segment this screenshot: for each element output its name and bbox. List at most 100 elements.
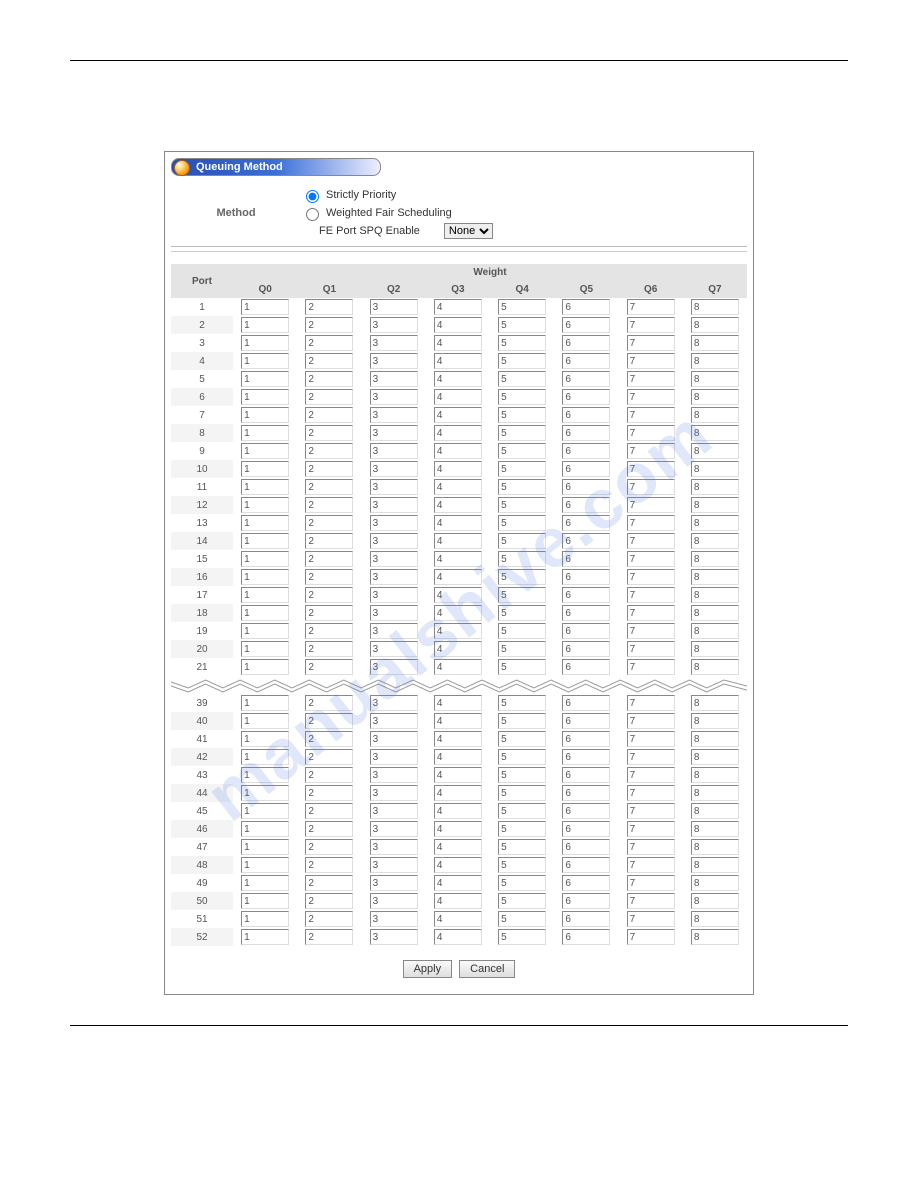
weight-input-q1[interactable] <box>305 299 353 315</box>
weight-input-q2[interactable] <box>370 767 418 783</box>
weight-input-q2[interactable] <box>370 335 418 351</box>
weight-input-q4[interactable] <box>498 659 546 675</box>
weight-input-q7[interactable] <box>691 767 739 783</box>
weight-input-q0[interactable] <box>241 551 289 567</box>
weight-input-q7[interactable] <box>691 353 739 369</box>
radio-strictly-priority[interactable] <box>306 190 319 203</box>
weight-input-q1[interactable] <box>305 371 353 387</box>
weight-input-q3[interactable] <box>434 569 482 585</box>
weight-input-q0[interactable] <box>241 767 289 783</box>
weight-input-q3[interactable] <box>434 317 482 333</box>
weight-input-q6[interactable] <box>627 875 675 891</box>
weight-input-q0[interactable] <box>241 425 289 441</box>
weight-input-q2[interactable] <box>370 875 418 891</box>
weight-input-q4[interactable] <box>498 623 546 639</box>
weight-input-q5[interactable] <box>562 551 610 567</box>
weight-input-q4[interactable] <box>498 587 546 603</box>
weight-input-q7[interactable] <box>691 893 739 909</box>
apply-button[interactable]: Apply <box>403 960 453 978</box>
weight-input-q1[interactable] <box>305 479 353 495</box>
weight-input-q1[interactable] <box>305 929 353 945</box>
weight-input-q3[interactable] <box>434 803 482 819</box>
weight-input-q0[interactable] <box>241 623 289 639</box>
weight-input-q3[interactable] <box>434 353 482 369</box>
weight-input-q7[interactable] <box>691 875 739 891</box>
weight-input-q5[interactable] <box>562 299 610 315</box>
weight-input-q0[interactable] <box>241 929 289 945</box>
weight-input-q6[interactable] <box>627 587 675 603</box>
weight-input-q4[interactable] <box>498 479 546 495</box>
weight-input-q3[interactable] <box>434 479 482 495</box>
weight-input-q3[interactable] <box>434 929 482 945</box>
weight-input-q2[interactable] <box>370 731 418 747</box>
weight-input-q1[interactable] <box>305 695 353 711</box>
weight-input-q7[interactable] <box>691 569 739 585</box>
weight-input-q4[interactable] <box>498 371 546 387</box>
weight-input-q0[interactable] <box>241 353 289 369</box>
weight-input-q5[interactable] <box>562 389 610 405</box>
weight-input-q7[interactable] <box>691 623 739 639</box>
weight-input-q3[interactable] <box>434 335 482 351</box>
weight-input-q3[interactable] <box>434 605 482 621</box>
weight-input-q5[interactable] <box>562 785 610 801</box>
weight-input-q3[interactable] <box>434 551 482 567</box>
weight-input-q0[interactable] <box>241 911 289 927</box>
weight-input-q5[interactable] <box>562 749 610 765</box>
weight-input-q2[interactable] <box>370 497 418 513</box>
weight-input-q4[interactable] <box>498 731 546 747</box>
weight-input-q3[interactable] <box>434 839 482 855</box>
weight-input-q6[interactable] <box>627 911 675 927</box>
weight-input-q2[interactable] <box>370 839 418 855</box>
weight-input-q2[interactable] <box>370 641 418 657</box>
weight-input-q4[interactable] <box>498 929 546 945</box>
weight-input-q3[interactable] <box>434 461 482 477</box>
weight-input-q0[interactable] <box>241 299 289 315</box>
weight-input-q1[interactable] <box>305 857 353 873</box>
weight-input-q4[interactable] <box>498 713 546 729</box>
weight-input-q3[interactable] <box>434 749 482 765</box>
weight-input-q7[interactable] <box>691 731 739 747</box>
weight-input-q3[interactable] <box>434 497 482 513</box>
weight-input-q0[interactable] <box>241 443 289 459</box>
weight-input-q4[interactable] <box>498 911 546 927</box>
weight-input-q3[interactable] <box>434 767 482 783</box>
weight-input-q7[interactable] <box>691 929 739 945</box>
weight-input-q6[interactable] <box>627 335 675 351</box>
weight-input-q0[interactable] <box>241 731 289 747</box>
weight-input-q6[interactable] <box>627 317 675 333</box>
cancel-button[interactable]: Cancel <box>459 960 515 978</box>
weight-input-q4[interactable] <box>498 569 546 585</box>
weight-input-q2[interactable] <box>370 857 418 873</box>
weight-input-q5[interactable] <box>562 695 610 711</box>
weight-input-q5[interactable] <box>562 587 610 603</box>
weight-input-q1[interactable] <box>305 713 353 729</box>
weight-input-q1[interactable] <box>305 335 353 351</box>
weight-input-q1[interactable] <box>305 893 353 909</box>
weight-input-q3[interactable] <box>434 713 482 729</box>
weight-input-q7[interactable] <box>691 299 739 315</box>
weight-input-q5[interactable] <box>562 605 610 621</box>
weight-input-q4[interactable] <box>498 641 546 657</box>
weight-input-q4[interactable] <box>498 443 546 459</box>
weight-input-q7[interactable] <box>691 641 739 657</box>
weight-input-q6[interactable] <box>627 893 675 909</box>
weight-input-q0[interactable] <box>241 461 289 477</box>
weight-input-q1[interactable] <box>305 749 353 765</box>
weight-input-q0[interactable] <box>241 371 289 387</box>
weight-input-q1[interactable] <box>305 605 353 621</box>
weight-input-q5[interactable] <box>562 425 610 441</box>
weight-input-q1[interactable] <box>305 389 353 405</box>
weight-input-q7[interactable] <box>691 317 739 333</box>
weight-input-q7[interactable] <box>691 425 739 441</box>
weight-input-q2[interactable] <box>370 425 418 441</box>
weight-input-q2[interactable] <box>370 443 418 459</box>
weight-input-q4[interactable] <box>498 767 546 783</box>
weight-input-q4[interactable] <box>498 803 546 819</box>
weight-input-q0[interactable] <box>241 587 289 603</box>
weight-input-q5[interactable] <box>562 875 610 891</box>
weight-input-q4[interactable] <box>498 497 546 513</box>
weight-input-q0[interactable] <box>241 785 289 801</box>
weight-input-q1[interactable] <box>305 515 353 531</box>
weight-input-q6[interactable] <box>627 425 675 441</box>
weight-input-q6[interactable] <box>627 515 675 531</box>
